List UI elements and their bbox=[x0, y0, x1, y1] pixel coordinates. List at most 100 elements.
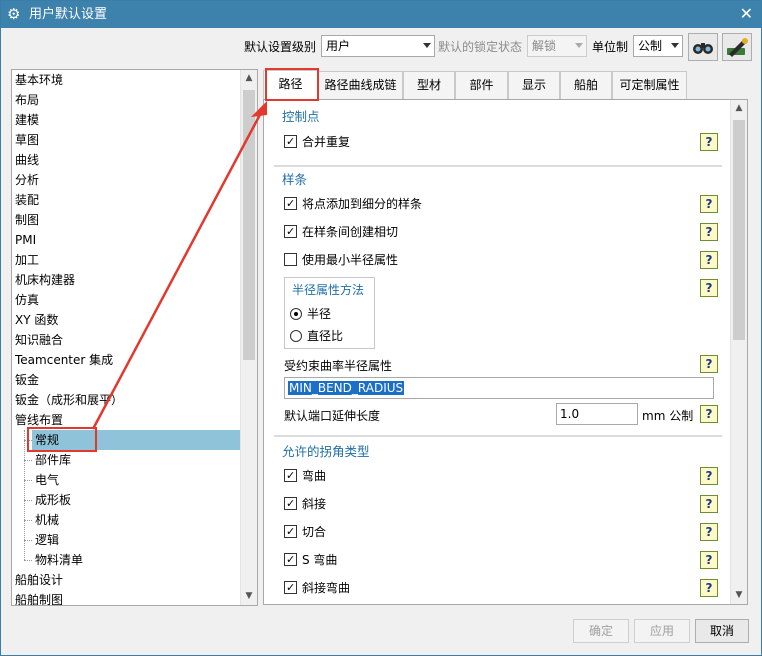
corner-miter-checkbox[interactable]: 斜接 bbox=[284, 495, 326, 515]
find-default-button[interactable] bbox=[688, 33, 718, 61]
unit-select[interactable]: 公制 bbox=[633, 35, 683, 57]
section-title: 样条 bbox=[282, 172, 308, 187]
tab-ship[interactable]: 船舶 bbox=[560, 71, 612, 99]
help-icon[interactable]: ? bbox=[700, 523, 718, 541]
merge-duplicates-checkbox[interactable]: 合并重复 bbox=[284, 133, 350, 153]
tree-item[interactable]: 机械 bbox=[32, 510, 59, 530]
tree-item[interactable]: 钣金 bbox=[12, 370, 39, 390]
tree-connector bbox=[24, 520, 32, 521]
help-icon[interactable]: ? bbox=[700, 195, 718, 213]
checkbox[interactable] bbox=[284, 223, 297, 241]
level-label: 默认设置级别 bbox=[244, 40, 317, 54]
level-select[interactable]: 用户 bbox=[321, 35, 435, 57]
tab-stock[interactable]: 型材 bbox=[403, 71, 455, 99]
scroll-up-icon[interactable]: ▲ bbox=[731, 100, 747, 117]
tree-item[interactable]: 分析 bbox=[12, 170, 39, 190]
tree-item[interactable]: 成形板 bbox=[32, 490, 71, 510]
checkbox[interactable] bbox=[284, 523, 297, 541]
level-value: 用户 bbox=[326, 39, 351, 53]
tree-item[interactable]: XY 函数 bbox=[12, 310, 58, 330]
help-icon[interactable]: ? bbox=[700, 551, 718, 569]
manage-defaults-button[interactable] bbox=[722, 33, 752, 61]
unit-value: 公制 bbox=[638, 39, 663, 53]
create-tangent-checkbox[interactable]: 在样条间创建相切 bbox=[284, 223, 398, 243]
scroll-down-icon[interactable]: ▼ bbox=[241, 588, 257, 605]
checkbox[interactable] bbox=[284, 551, 297, 569]
user-defaults-dialog: ⚙ 用户默认设置 ✕ 默认设置级别 用户 默认的锁定状态 解锁 单位制 公制 基… bbox=[0, 0, 762, 656]
radio[interactable] bbox=[290, 308, 302, 320]
tree-item[interactable]: PMI bbox=[12, 230, 36, 250]
checkbox[interactable] bbox=[284, 495, 297, 513]
tree-scrollbar[interactable]: ▲ ▼ bbox=[240, 70, 257, 605]
checkbox[interactable] bbox=[284, 579, 297, 597]
corner-bend-checkbox[interactable]: 弯曲 bbox=[284, 467, 326, 487]
tree-item[interactable]: 装配 bbox=[12, 190, 39, 210]
settings-scrollbar[interactable]: ▲ ▼ bbox=[730, 100, 747, 604]
scroll-down-icon[interactable]: ▼ bbox=[731, 587, 747, 604]
scroll-up-icon[interactable]: ▲ bbox=[241, 70, 257, 87]
tree-item[interactable]: 仿真 bbox=[12, 290, 39, 310]
port-extension-unit: mm 公制 bbox=[642, 409, 694, 423]
tree-item[interactable]: 船舶制图 bbox=[12, 590, 63, 605]
radius-method-group: 半径属性方法 半径 直径比 bbox=[284, 277, 375, 349]
port-extension-input[interactable]: 1.0 bbox=[556, 403, 638, 425]
help-icon[interactable]: ? bbox=[700, 579, 718, 597]
tree-item[interactable]: 基本环境 bbox=[12, 70, 63, 90]
tree-connector bbox=[24, 560, 32, 561]
cancel-button[interactable]: 取消 bbox=[695, 619, 749, 643]
tree-item[interactable]: 制图 bbox=[12, 210, 39, 230]
tree-item[interactable]: 草图 bbox=[12, 130, 39, 150]
tab-custom-attributes[interactable]: 可定制属性 bbox=[612, 71, 687, 99]
tree-item[interactable]: 物料清单 bbox=[32, 550, 83, 570]
checkbox[interactable] bbox=[284, 133, 297, 151]
help-icon[interactable]: ? bbox=[700, 279, 718, 297]
corner-cope-checkbox[interactable]: 切合 bbox=[284, 523, 326, 543]
add-points-checkbox[interactable]: 将点添加到细分的样条 bbox=[284, 195, 422, 215]
tree-item[interactable]: 机床构建器 bbox=[12, 270, 75, 290]
tree-item[interactable]: 加工 bbox=[12, 250, 39, 270]
tree-item[interactable]: 逻辑 bbox=[32, 530, 59, 550]
diameter-ratio-radio[interactable]: 直径比 bbox=[290, 327, 343, 344]
corner-miter-bend-checkbox[interactable]: 斜接弯曲 bbox=[284, 579, 350, 599]
tree-item[interactable]: Teamcenter 集成 bbox=[12, 350, 113, 370]
tree-item[interactable]: 知识融合 bbox=[12, 330, 63, 350]
use-min-radius-checkbox[interactable]: 使用最小半径属性 bbox=[284, 251, 398, 271]
tab-part[interactable]: 部件 bbox=[455, 71, 508, 99]
tree-item[interactable]: 部件库 bbox=[32, 450, 71, 470]
tree-item[interactable]: 船舶设计 bbox=[12, 570, 63, 590]
annotation-highlight-box bbox=[265, 68, 319, 101]
tree-item[interactable]: 钣金（成形和展平） bbox=[12, 390, 123, 410]
tree-item[interactable]: 电气 bbox=[32, 470, 59, 490]
checkbox[interactable] bbox=[284, 467, 297, 485]
tab-display[interactable]: 显示 bbox=[508, 71, 560, 99]
help-icon[interactable]: ? bbox=[700, 405, 718, 423]
corner-s-bend-checkbox[interactable]: S 弯曲 bbox=[284, 551, 337, 571]
help-icon[interactable]: ? bbox=[700, 495, 718, 513]
tree-item[interactable]: 建模 bbox=[12, 110, 39, 130]
scroll-thumb[interactable] bbox=[733, 120, 745, 340]
lock-select[interactable]: 解锁 bbox=[527, 35, 587, 57]
checkbox[interactable] bbox=[284, 195, 297, 213]
checkbox[interactable] bbox=[284, 253, 297, 266]
tree-item[interactable]: 布局 bbox=[12, 90, 39, 110]
category-tree[interactable]: 基本环境 布局 建模 草图 曲线 分析 装配 制图 PMI 加工 机床构建器 仿… bbox=[11, 69, 258, 606]
radius-radio[interactable]: 半径 bbox=[290, 305, 331, 322]
tree-item[interactable]: 曲线 bbox=[12, 150, 39, 170]
apply-button[interactable]: 应用 bbox=[634, 619, 690, 643]
constrained-radius-input[interactable]: MIN_BEND_RADIUS bbox=[284, 377, 714, 399]
tab-path-chaining[interactable]: 路径曲线成链 bbox=[318, 71, 403, 99]
chevron-down-icon bbox=[671, 43, 679, 48]
chevron-down-icon bbox=[423, 43, 431, 48]
chevron-down-icon bbox=[575, 43, 583, 48]
constrained-radius-label: 受约束曲率半径属性 bbox=[284, 359, 393, 373]
help-icon[interactable]: ? bbox=[700, 223, 718, 241]
help-icon[interactable]: ? bbox=[700, 467, 718, 485]
help-icon[interactable]: ? bbox=[700, 355, 718, 373]
ok-button[interactable]: 确定 bbox=[573, 619, 629, 643]
help-icon[interactable]: ? bbox=[700, 251, 718, 269]
scroll-thumb[interactable] bbox=[243, 90, 255, 360]
radio[interactable] bbox=[290, 330, 302, 342]
close-icon[interactable]: ✕ bbox=[740, 4, 753, 24]
help-icon[interactable]: ? bbox=[700, 133, 718, 151]
settings-content: 控制点 合并重复 ? 样条 将点添加到细分的样条 ? 在样条间创建相切 ? 使用… bbox=[274, 100, 722, 604]
